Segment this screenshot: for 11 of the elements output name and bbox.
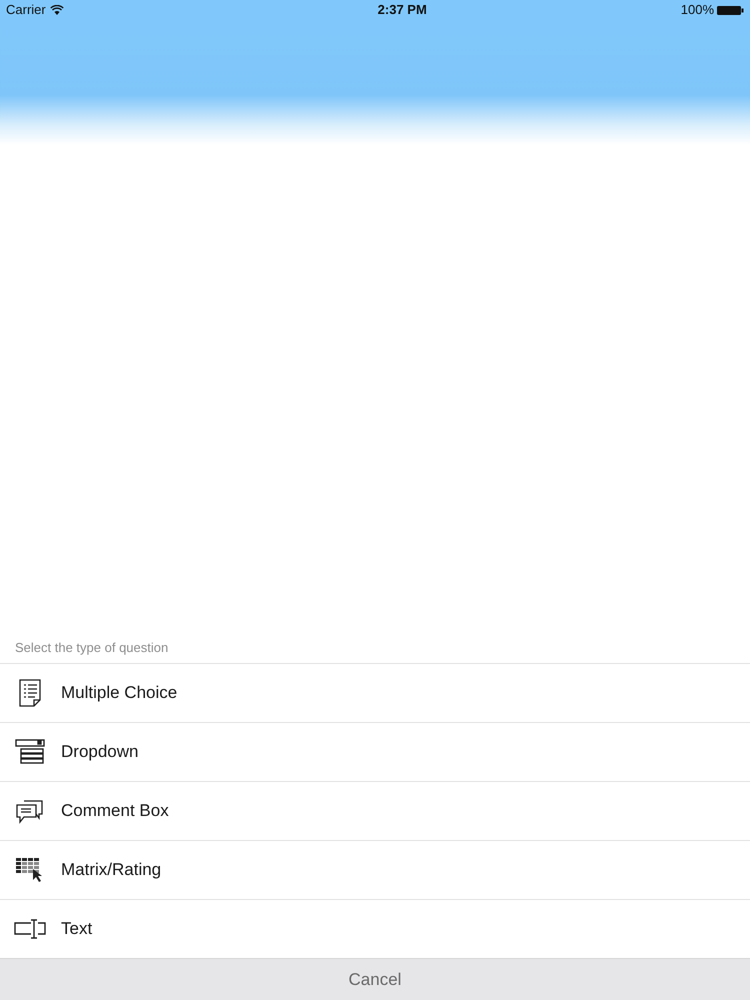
sheet-title: Select the type of question	[15, 639, 168, 658]
battery-percent: 100%	[680, 1, 714, 20]
cancel-button[interactable]: Cancel	[0, 958, 750, 1000]
speech-bubbles-icon	[14, 798, 44, 824]
clock: 2:37 PM	[378, 1, 427, 20]
grid-cursor-icon	[14, 857, 44, 883]
wifi-icon	[50, 5, 64, 15]
text-field-icon	[14, 918, 46, 940]
checklist-icon	[16, 678, 42, 708]
dropdown-icon	[14, 739, 44, 765]
carrier-label: Carrier	[6, 1, 46, 20]
